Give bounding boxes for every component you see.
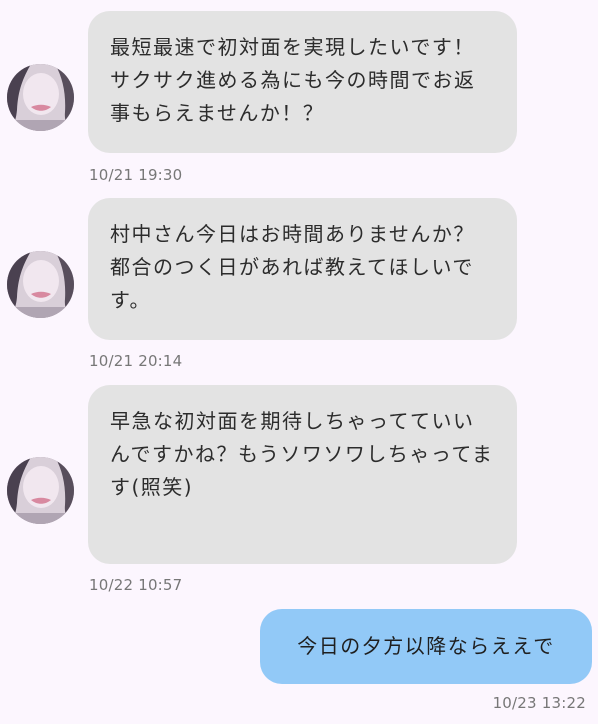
sender-avatar[interactable] (7, 251, 74, 318)
profile-avatar-icon (7, 64, 74, 131)
message-text: 今日の夕方以降ならええで (297, 634, 555, 658)
incoming-message-bubble: 早急な初対面を期待しちゃってていいんですかね？もうソワソワしちゃってます(照笑) (88, 385, 517, 564)
chat-thread: 最短最速で初対面を実現したいです！サクサク進める為にも今の時間でお返事もらえませ… (0, 0, 598, 724)
sender-avatar[interactable] (7, 64, 74, 131)
message-text: 早急な初対面を期待しちゃってていいんですかね？もうソワソワしちゃってます(照笑) (110, 409, 494, 499)
incoming-message-bubble: 最短最速で初対面を実現したいです！サクサク進める為にも今の時間でお返事もらえませ… (88, 11, 517, 153)
message-timestamp: 10/23 13:22 (492, 694, 586, 712)
outgoing-message-bubble: 今日の夕方以降ならええで (260, 609, 592, 684)
message-timestamp: 10/21 20:14 (89, 352, 183, 370)
message-text: 村中さん今日はお時間ありませんか？都合のつく日があれば教えてほしいです。 (110, 222, 475, 312)
profile-avatar-icon (7, 251, 74, 318)
incoming-message-bubble: 村中さん今日はお時間ありませんか？都合のつく日があれば教えてほしいです。 (88, 198, 517, 340)
sender-avatar[interactable] (7, 457, 74, 524)
message-text: 最短最速で初対面を実現したいです！サクサク進める為にも今の時間でお返事もらえませ… (110, 35, 476, 125)
profile-avatar-icon (7, 457, 74, 524)
message-timestamp: 10/21 19:30 (89, 166, 183, 184)
message-timestamp: 10/22 10:57 (89, 576, 183, 594)
